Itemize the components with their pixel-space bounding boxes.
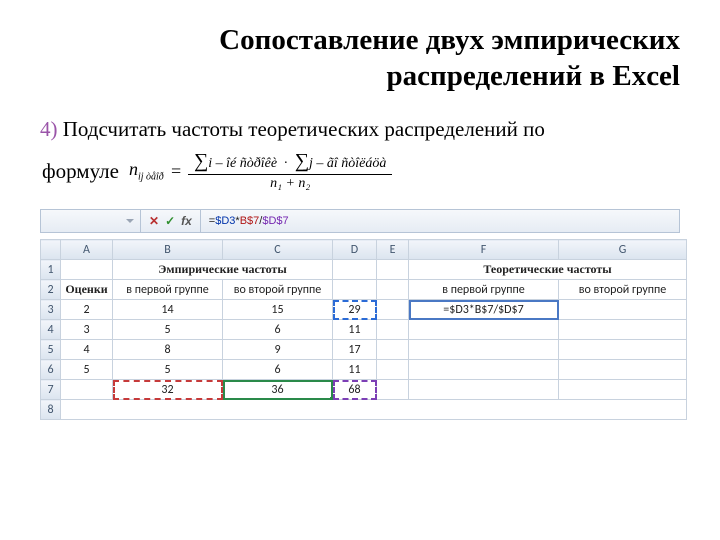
cell-E2[interactable] <box>377 280 409 300</box>
cell-B6[interactable]: 5 <box>113 360 223 380</box>
cell-A5[interactable]: 4 <box>61 340 113 360</box>
step-number: 4) <box>40 117 58 141</box>
cell-C3[interactable]: 15 <box>223 300 333 320</box>
cell-E6[interactable] <box>377 360 409 380</box>
cell-D4[interactable]: 11 <box>333 320 377 340</box>
cell-C5[interactable]: 9 <box>223 340 333 360</box>
cell-G3[interactable] <box>559 300 687 320</box>
corner-cell[interactable] <box>41 240 61 260</box>
row-7: 7 32 36 68 <box>41 380 687 400</box>
col-F[interactable]: F <box>409 240 559 260</box>
cell-C2[interactable]: во второй группе <box>223 280 333 300</box>
cell-C7[interactable]: 36 <box>223 380 333 400</box>
slide-title: Сопоставление двух эмпирических распреде… <box>40 22 680 95</box>
cell-A7[interactable] <box>61 380 113 400</box>
col-E[interactable]: E <box>377 240 409 260</box>
cell-E7[interactable] <box>377 380 409 400</box>
cell-D2[interactable] <box>333 280 377 300</box>
cell-D6[interactable]: 11 <box>333 360 377 380</box>
cell-D3[interactable]: 29 <box>333 300 377 320</box>
title-line-1: Сопоставление двух эмпирических <box>219 24 680 56</box>
cell-B5[interactable]: 8 <box>113 340 223 360</box>
cell-A1[interactable] <box>61 260 113 280</box>
col-C[interactable]: C <box>223 240 333 260</box>
cell-F2[interactable]: в первой группе <box>409 280 559 300</box>
cell-B4[interactable]: 5 <box>113 320 223 340</box>
row-4: 4 3 5 6 11 <box>41 320 687 340</box>
row-1: 1 Эмпирические частоты Теоретические час… <box>41 260 687 280</box>
cell-F6[interactable] <box>409 360 559 380</box>
title-line-2: распределений в Excel <box>387 60 680 92</box>
cell-row8[interactable] <box>61 400 687 420</box>
col-G[interactable]: G <box>559 240 687 260</box>
cell-D7[interactable]: 68 <box>333 380 377 400</box>
cell-D1[interactable] <box>333 260 377 280</box>
spreadsheet[interactable]: A B C D E F G 1 Эмпирические частоты Тео… <box>40 239 687 420</box>
cell-G2[interactable]: во второй группе <box>559 280 687 300</box>
name-box[interactable] <box>41 210 141 232</box>
col-headers: A B C D E F G <box>41 240 687 260</box>
cell-C6[interactable]: 6 <box>223 360 333 380</box>
cell-FG1[interactable]: Теоретические частоты <box>409 260 687 280</box>
cell-F4[interactable] <box>409 320 559 340</box>
cell-G4[interactable] <box>559 320 687 340</box>
formula: nij òåîð = ∑i – îé ñòðîêè · ∑j – ãî ñòîë… <box>129 149 392 193</box>
cell-B2[interactable]: в первой группе <box>113 280 223 300</box>
cell-E1[interactable] <box>377 260 409 280</box>
cell-B7[interactable]: 32 <box>113 380 223 400</box>
fx-icon[interactable]: fx <box>181 214 192 228</box>
row-2: 2 Оценки в первой группе во второй групп… <box>41 280 687 300</box>
formula-bar-buttons: ✕ ✓ fx <box>141 210 201 232</box>
step-text: 4) Подсчитать частоты теоретических расп… <box>40 113 680 146</box>
row-8: 8 <box>41 400 687 420</box>
row-5: 5 4 8 9 17 <box>41 340 687 360</box>
formula-input[interactable]: =$D3*B$7/$D$7 <box>201 215 679 227</box>
cancel-icon[interactable]: ✕ <box>149 214 159 228</box>
fraction: ∑i – îé ñòðîêè · ∑j – ãî ñòîëáöà n₁ + n₂ <box>188 149 392 193</box>
cell-C4[interactable]: 6 <box>223 320 333 340</box>
cell-F3[interactable]: =$D3*B$7/$D$7 <box>409 300 559 320</box>
cell-G7[interactable] <box>559 380 687 400</box>
col-D[interactable]: D <box>333 240 377 260</box>
formula-label: формуле <box>42 159 119 184</box>
excel-screenshot: ✕ ✓ fx =$D3*B$7/$D$7 A B C D E F G <box>40 209 680 420</box>
formula-row: формуле nij òåîð = ∑i – îé ñòðîêè · ∑j –… <box>42 149 680 193</box>
row-6: 6 5 5 6 11 <box>41 360 687 380</box>
cell-A2[interactable]: Оценки <box>61 280 113 300</box>
cell-D5[interactable]: 17 <box>333 340 377 360</box>
cell-E4[interactable] <box>377 320 409 340</box>
cell-E3[interactable] <box>377 300 409 320</box>
cell-B3[interactable]: 14 <box>113 300 223 320</box>
accept-icon[interactable]: ✓ <box>165 214 175 228</box>
cell-A3[interactable]: 2 <box>61 300 113 320</box>
formula-bar: ✕ ✓ fx =$D3*B$7/$D$7 <box>40 209 680 233</box>
cell-F5[interactable] <box>409 340 559 360</box>
cell-E5[interactable] <box>377 340 409 360</box>
cell-A6[interactable]: 5 <box>61 360 113 380</box>
cell-G6[interactable] <box>559 360 687 380</box>
cell-BC1[interactable]: Эмпирические частоты <box>113 260 333 280</box>
cell-F7[interactable] <box>409 380 559 400</box>
row-3: 3 2 14 15 29 =$D3*B$7/$D$7 <box>41 300 687 320</box>
col-B[interactable]: B <box>113 240 223 260</box>
cell-G5[interactable] <box>559 340 687 360</box>
col-A[interactable]: A <box>61 240 113 260</box>
cell-A4[interactable]: 3 <box>61 320 113 340</box>
